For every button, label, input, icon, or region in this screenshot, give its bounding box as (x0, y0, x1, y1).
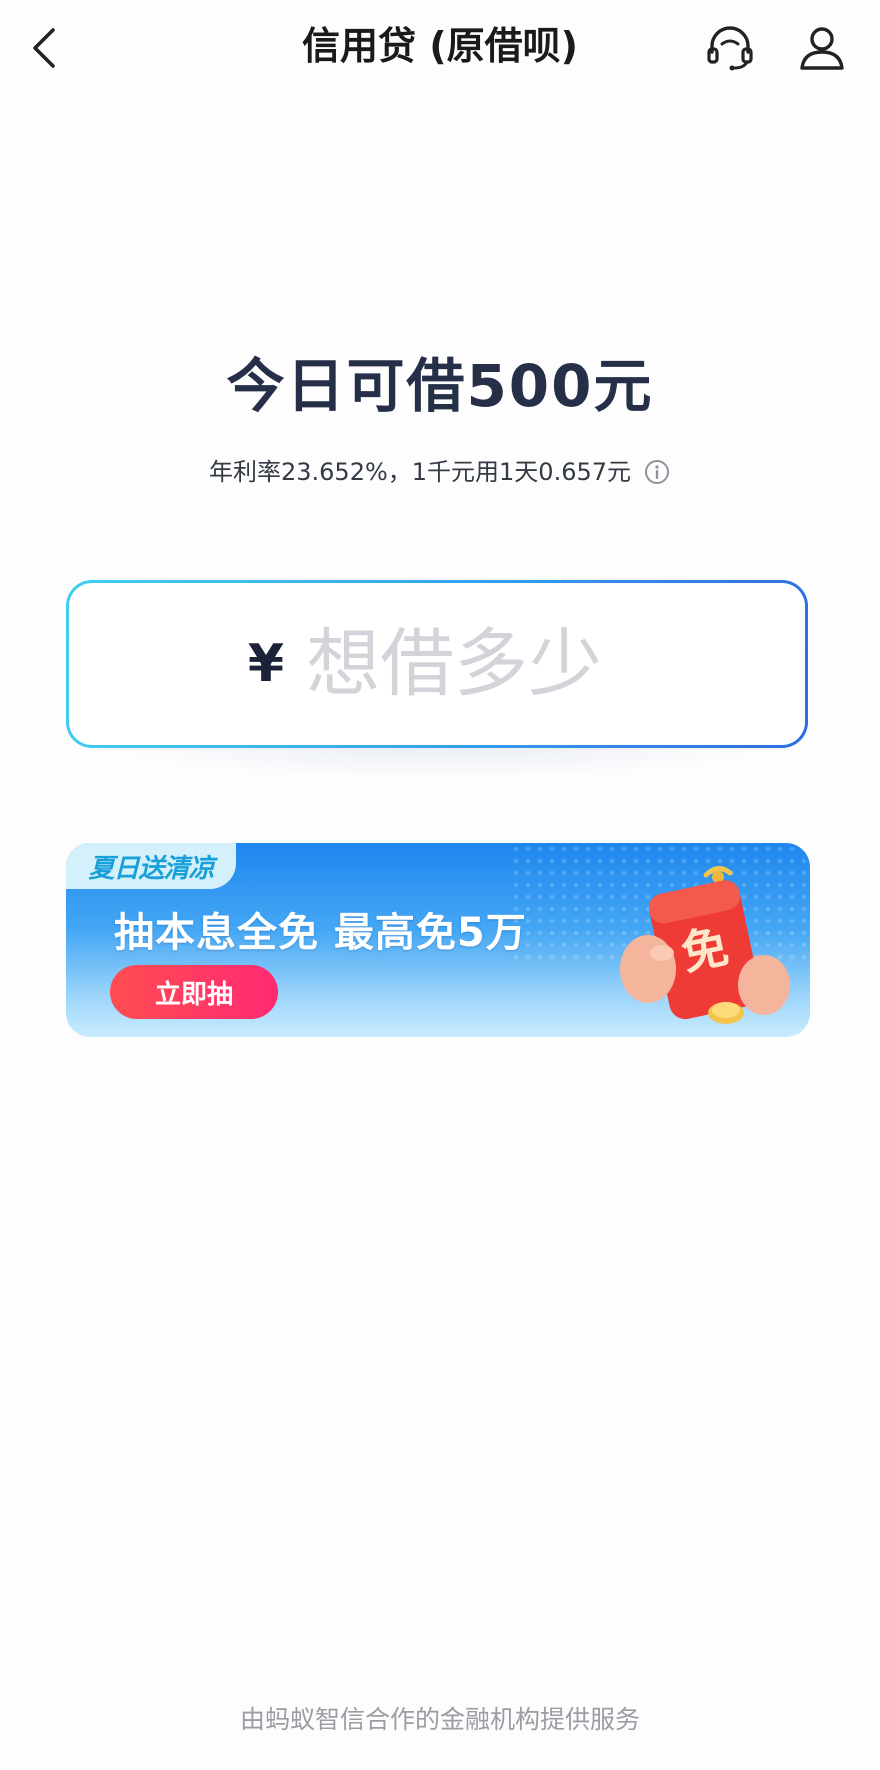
borrow-amount-inner: ¥ (69, 583, 805, 745)
user-profile-button[interactable] (792, 18, 852, 78)
currency-symbol: ¥ (247, 634, 285, 694)
footer-provider-note: 由蚂蚁智信合作的金融机构提供服务 (239, 1705, 640, 1734)
top-nav-bar: 信用贷 (原借呗) (0, 0, 880, 96)
customer-service-button[interactable] (700, 18, 760, 78)
page-title-text: 信用贷 (原借呗) (302, 24, 578, 68)
promo-tag: 夏日送清凉 (66, 843, 236, 889)
promo-banner[interactable]: 夏日送清凉 抽本息全免 最高免5万 立即抽 免 (66, 843, 810, 1037)
red-envelope-illustration: 免 (620, 866, 790, 1024)
borrow-amount-field[interactable]: ¥ (66, 580, 808, 748)
info-icon[interactable] (643, 458, 671, 486)
interest-rate-text: 年利率23.652%，1千元用1天0.657元 (208, 458, 632, 486)
user-icon (800, 27, 844, 70)
headset-icon (707, 26, 753, 71)
draw-now-button[interactable]: 立即抽 (110, 965, 278, 1019)
borrow-amount-input[interactable] (306, 621, 627, 707)
chevron-left-icon (33, 28, 55, 68)
promo-title: 抽本息全免 最高免5万 (114, 910, 527, 956)
interest-rate-row: 年利率23.652%，1千元用1天0.657元 (0, 452, 880, 492)
back-button[interactable] (14, 18, 74, 78)
available-credit-headline: 今日可借500元 (226, 352, 654, 420)
